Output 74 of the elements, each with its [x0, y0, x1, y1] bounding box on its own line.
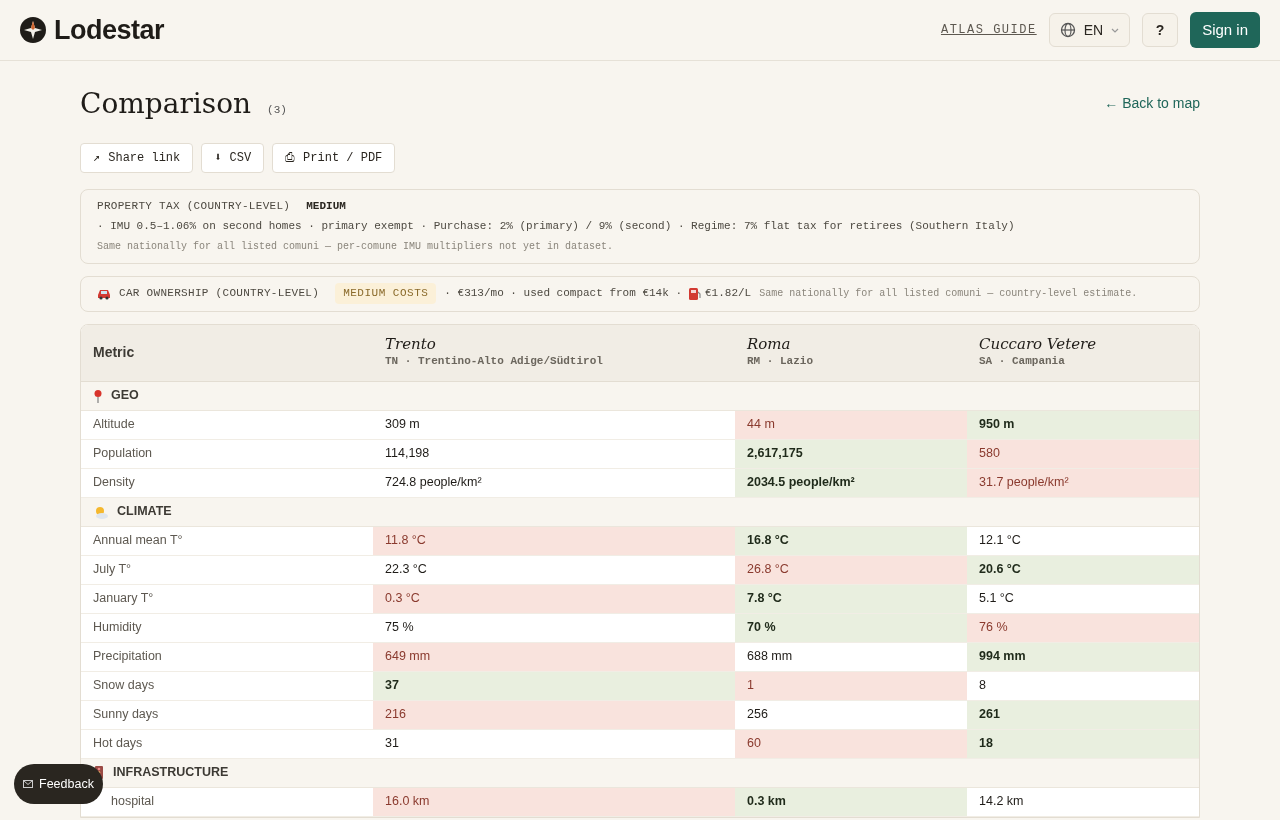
section-title: GEO [111, 387, 139, 405]
place-name: Trento [385, 334, 437, 353]
cost-level-tag: MEDIUM COSTS [335, 283, 437, 304]
value-cell: 2034.5 people/km² [735, 468, 967, 497]
fuel-pump-icon [688, 286, 701, 302]
value-cell: 216 [373, 700, 735, 729]
globe-icon [1059, 22, 1076, 38]
metric-name: Annual mean T° [92, 532, 184, 550]
value-cell: 16.0 km [373, 787, 735, 816]
panel-label: CAR OWNERSHIP (COUNTRY-LEVEL) [119, 286, 320, 302]
metric-name: Sunny days [92, 706, 160, 724]
fuel-price: €1.82/L [705, 286, 752, 302]
metric-name: Humidity [92, 619, 143, 637]
panel-label: PROPERTY TAX (COUNTRY-LEVEL) [97, 198, 291, 214]
place-name: Roma [747, 334, 792, 353]
language-select[interactable]: EN [1048, 13, 1131, 47]
value-cell: 0.3 km [735, 787, 967, 816]
value-cell: 950 m [967, 410, 1199, 439]
page-title: Comparison [80, 87, 252, 121]
chevron-down-icon [1111, 27, 1120, 33]
value-cell: 76 % [967, 613, 1199, 642]
value-cell: 70 % [735, 613, 967, 642]
sign-in-button[interactable]: Sign in [1190, 12, 1260, 48]
place-region: SA · Campania [979, 353, 1066, 369]
value-cell: 994 mm [967, 642, 1199, 671]
brand-name: Lodestar [54, 13, 165, 47]
metric-name: January T° [92, 590, 155, 608]
action-button[interactable]: ⬇ CSV [201, 142, 265, 173]
value-cell: 261 [967, 700, 1199, 729]
action-button[interactable]: ⎙ Print / PDF [272, 142, 396, 173]
tax-details: · IMU 0.5–1.06% on second homes · primary exempt · Purchase: 2% (primary) / 9% (second) · Regime: 7% flat tax for retirees (Southern Italy) [97, 219, 1016, 235]
metric-name: Hot days [92, 735, 144, 753]
value-cell: 37 [373, 671, 735, 700]
action-button[interactable]: ↗ Share link [80, 142, 194, 173]
metric-name: Density [92, 474, 136, 492]
section-title: INFRASTRUCTURE [113, 764, 229, 782]
car-icon [97, 287, 111, 301]
value-cell: 18 [967, 729, 1199, 758]
value-cell: 7.8 °C [735, 584, 967, 613]
metric-name: Population [92, 445, 154, 463]
metric-name: hospital [110, 793, 156, 811]
place-region: RM · Lazio [747, 353, 814, 369]
guide-link[interactable]: ATLAS GUIDE [940, 21, 1037, 39]
place-name: Cuccaro Vetere [979, 334, 1098, 353]
value-cell: 44 m [735, 410, 967, 439]
car-details: · €313/mo · used compact from €14k · [444, 286, 682, 302]
section-title: CLIMATE [117, 503, 172, 521]
metric-name: July T° [92, 561, 133, 579]
value-cell: 2,617,175 [735, 439, 967, 468]
value-cell: 60 [735, 729, 967, 758]
value-cell: 0.3 °C [373, 584, 735, 613]
panel-note: Same nationally for all listed comuni — country-level estimate. [759, 287, 1138, 302]
sun-cloud-icon [93, 504, 109, 519]
help-button[interactable]: ? [1142, 13, 1179, 47]
metric-name: Snow days [92, 677, 156, 695]
metric-name: Precipitation [92, 648, 163, 666]
value-cell: 11.8 °C [373, 526, 735, 555]
compass-star-logo-icon [20, 17, 46, 43]
back-link[interactable]: ← Back to map [1104, 93, 1200, 115]
value-cell: 580 [967, 439, 1199, 468]
column-header: Metric [92, 343, 136, 363]
panel-note: Same nationally for all listed comuni — per-comune IMU multipliers not yet in dataset. [97, 239, 615, 254]
value-cell: 31.7 people/km² [967, 468, 1199, 497]
item-count: (3) [267, 103, 287, 118]
envelope-icon [23, 780, 33, 788]
value-cell: 16.8 °C [735, 526, 967, 555]
place-region: TN · Trentino-Alto Adige/Südtirol [385, 353, 604, 369]
value-cell: 20.6 °C [967, 555, 1199, 584]
pin-icon [93, 388, 103, 403]
value-cell: 649 mm [373, 642, 735, 671]
metric-name: Altitude [92, 416, 136, 434]
level-value: MEDIUM [306, 198, 346, 214]
value-cell: 26.8 °C [735, 555, 967, 584]
value-cell: 1 [735, 671, 967, 700]
